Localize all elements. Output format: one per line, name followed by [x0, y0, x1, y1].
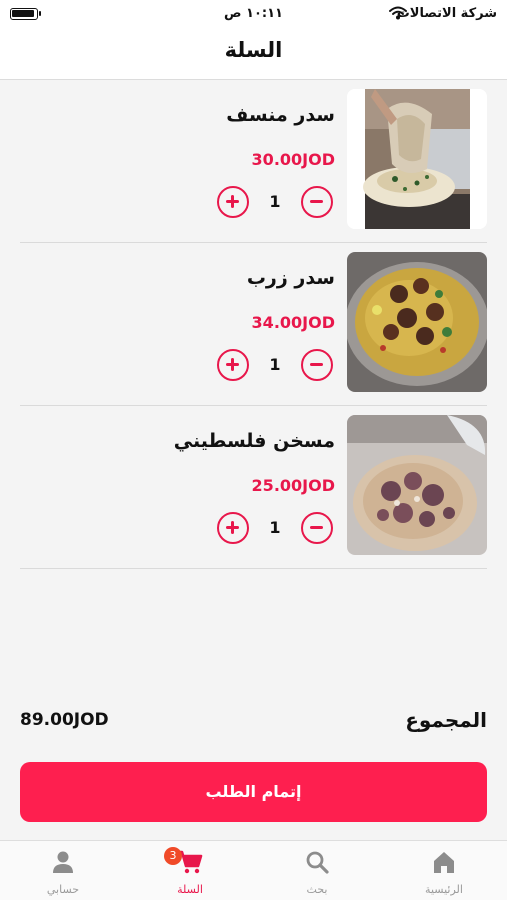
item-name: مسخن فلسطيني: [173, 430, 335, 452]
header: السلة: [0, 28, 507, 80]
search-icon: [306, 851, 329, 874]
item-name: سدر منسف: [226, 104, 335, 126]
cart-badge: 3: [164, 847, 182, 865]
page-title: السلة: [224, 38, 283, 62]
cart-item: سدر زرب 34.00JOD 1: [20, 243, 487, 406]
cart-item: سدر منسف 30.00JOD 1: [20, 80, 487, 243]
tab-cart[interactable]: 3 السلة: [127, 841, 253, 900]
tab-account[interactable]: حسابي: [0, 841, 126, 900]
item-quantity: 1: [269, 355, 281, 374]
tab-search[interactable]: بحث: [254, 841, 380, 900]
tab-label: بحث: [306, 883, 328, 896]
item-quantity: 1: [269, 518, 281, 537]
tab-label: السلة: [177, 883, 203, 896]
home-icon: [434, 852, 454, 873]
decrease-quantity-button[interactable]: [301, 186, 333, 218]
increase-quantity-button[interactable]: [217, 349, 249, 381]
item-quantity: 1: [269, 192, 281, 211]
item-photo: [347, 89, 487, 229]
item-name: سدر زرب: [246, 267, 335, 289]
status-bar: ١٠:١١ ص شركة الاتصالات: [0, 0, 507, 28]
item-photo: [347, 415, 487, 555]
increase-quantity-button[interactable]: [217, 512, 249, 544]
tab-home[interactable]: الرئيسية: [381, 841, 507, 900]
increase-quantity-button[interactable]: [217, 186, 249, 218]
tab-bar: الرئيسية بحث 3 السلة حسابي: [0, 840, 507, 900]
total-label: المجموع: [405, 708, 487, 732]
person-icon: [53, 851, 73, 873]
item-photo: [347, 252, 487, 392]
carrier-name: شركة الاتصالات: [396, 6, 497, 21]
tab-label: الرئيسية: [425, 883, 463, 896]
decrease-quantity-button[interactable]: [301, 349, 333, 381]
tab-label: حسابي: [46, 883, 80, 896]
item-price: 30.00JOD: [251, 150, 335, 169]
cart-item: مسخن فلسطيني 25.00JOD 1: [20, 406, 487, 569]
item-price: 34.00JOD: [251, 313, 335, 332]
checkout-button[interactable]: إتمام الطلب: [20, 762, 487, 822]
total-value: 89.00JOD: [20, 710, 109, 730]
decrease-quantity-button[interactable]: [301, 512, 333, 544]
item-price: 25.00JOD: [251, 476, 335, 495]
